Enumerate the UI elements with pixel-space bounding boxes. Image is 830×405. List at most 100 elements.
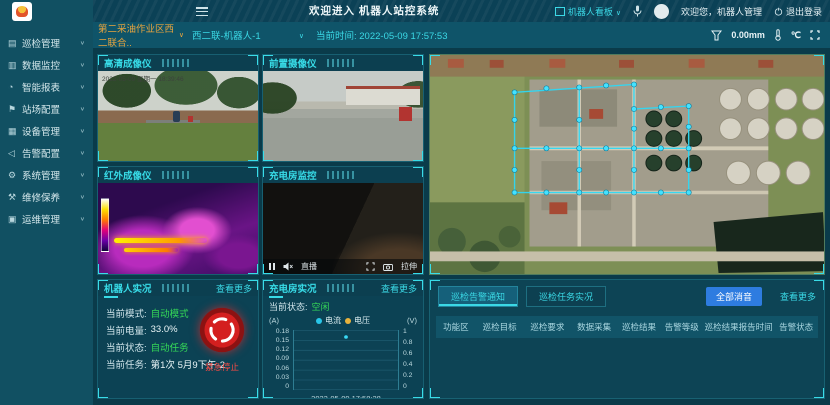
sidebar-item-alarm-config[interactable]: ◁告警配置∨ <box>0 142 93 164</box>
mute-icon[interactable] <box>283 262 293 271</box>
power-icon <box>774 7 783 16</box>
col-header: 巡检目标 <box>476 321 524 333</box>
chart-plot-area <box>293 330 399 390</box>
tab-task-live[interactable]: 巡检任务实况 <box>526 286 606 307</box>
mode-value: 自动模式 <box>151 306 189 320</box>
rainfall-value: 0.00mm <box>731 30 765 40</box>
thermometer-icon <box>774 29 782 41</box>
emergency-stop-label: 紧急停止 <box>194 361 250 373</box>
flag-icon: ⚑ <box>8 104 22 115</box>
panel-title: 前置摄像仪 <box>269 56 317 70</box>
chevron-down-icon: ∨ <box>80 62 85 68</box>
sidebar-item-patrol[interactable]: ▤巡检管理 ∨ <box>0 32 93 54</box>
panel-alarm-table: 巡检告警通知 巡检任务实况 全部消音 查看更多 功能区 巡检目标 巡检要求 数据… <box>429 279 825 399</box>
chevron-down-icon: ∨ <box>80 128 85 134</box>
deco-bars <box>162 59 192 67</box>
menu-toggle-icon[interactable] <box>196 7 208 16</box>
sidebar-item-system-mgmt[interactable]: ⚙系统管理 ∨ <box>0 164 93 186</box>
right-axis-ticks: 10.80.60.40.20 <box>403 328 419 390</box>
table-header-row: 功能区 巡检目标 巡检要求 数据采集 巡检结果 告警等级 巡检结果报告时间 告警… <box>436 316 818 338</box>
state-value: 自动任务 <box>151 340 189 354</box>
patrol-icon: ▤ <box>8 38 22 49</box>
current-voltage-chart: 0.180.150.120.090.060.030 10.80.60.40.20… <box>267 328 419 399</box>
view-more-link[interactable]: 查看更多 <box>216 282 252 295</box>
logout-button[interactable]: 退出登录 <box>774 5 822 18</box>
snapshot-icon[interactable] <box>383 263 393 271</box>
chevron-down-icon: ∨ <box>80 150 85 156</box>
sidebar-item-label: 系统管理 <box>22 168 60 182</box>
col-header: 巡检要求 <box>524 321 572 333</box>
chevron-down-icon: ∨ <box>80 40 85 46</box>
view-more-link[interactable]: 查看更多 <box>381 282 417 295</box>
col-header: 告警状态 <box>774 321 818 333</box>
robot-select[interactable]: 西二联-机器人-1 <box>192 28 304 42</box>
pause-icon[interactable] <box>269 263 275 270</box>
view-more-link[interactable]: 查看更多 <box>780 290 816 303</box>
fullscreen-icon[interactable] <box>810 30 820 40</box>
legend-current[interactable]: 电流 <box>316 315 341 326</box>
gear-icon: ⚙ <box>8 170 22 181</box>
microphone-icon[interactable] <box>633 5 642 17</box>
panel-title: 高清成像仪 <box>104 56 152 70</box>
sidebar: ▤巡检管理∨ ▥数据监控∨ ◔智能报表∨ ⚑站场配置∨ ▦设备管理∨ ◁告警配置… <box>0 0 93 405</box>
area-select[interactable]: 第二采油作业区西二联合.. <box>98 21 184 49</box>
deco-bars <box>162 284 192 292</box>
charge-room-video-feed[interactable]: 直播 拉伸 <box>263 183 423 274</box>
right-axis-unit: (V) <box>407 316 417 325</box>
fullscreen-video-icon[interactable] <box>366 262 375 271</box>
sidebar-item-ops-mgmt[interactable]: ▣运维管理∨ <box>0 208 93 230</box>
sidebar-item-maintenance[interactable]: ⚒维修保养∨ <box>0 186 93 208</box>
front-video-feed[interactable] <box>263 71 423 161</box>
legend-voltage[interactable]: 电压 <box>345 315 370 326</box>
panel-robot-status: 机器人实况查看更多 当前模式:自动模式 当前电量:33.0% 当前状态:自动任务… <box>97 279 259 399</box>
emergency-stop-button[interactable]: 紧急停止 <box>194 306 250 373</box>
sidebar-item-label: 站场配置 <box>22 102 60 116</box>
dashboard-icon <box>555 7 565 16</box>
legend-dot-current <box>316 318 322 324</box>
col-header: 巡检结果 <box>617 321 661 333</box>
deco-bars <box>327 59 357 67</box>
sidebar-item-device-mgmt[interactable]: ▦设备管理 ∨ <box>0 120 93 142</box>
thermal-colorbar <box>101 198 109 253</box>
emergency-stop-icon <box>198 306 246 354</box>
stretch-label[interactable]: 拉伸 <box>401 261 417 272</box>
welcome-text: 欢迎您，机器人管理 <box>681 5 762 18</box>
infrared-video-feed[interactable] <box>98 183 258 274</box>
left-axis-unit: (A) <box>269 316 279 325</box>
app-root: ▤巡检管理∨ ▥数据监控∨ ◔智能报表∨ ⚑站场配置∨ ▦设备管理∨ ◁告警配置… <box>0 0 830 405</box>
sidebar-item-label: 数据监控 <box>22 58 60 72</box>
battery-value: 33.0% <box>151 324 178 335</box>
legend-dot-voltage <box>345 318 351 324</box>
panel-title: 充电房实况 <box>269 281 317 295</box>
person-figure <box>173 111 180 122</box>
panel-patrol-map[interactable] <box>429 54 825 275</box>
chevron-down-icon: ∨ <box>80 172 85 178</box>
video-timestamp: 2022-05-09 星期一 18:39:46 <box>102 73 184 83</box>
fire-cabinet <box>399 107 412 121</box>
col-header: 告警等级 <box>661 321 703 333</box>
hd-video-feed[interactable]: 2022-05-09 星期一 18:39:46 <box>98 71 258 161</box>
sidebar-item-label: 告警配置 <box>22 146 60 160</box>
chevron-down-icon: ∨ <box>80 216 85 222</box>
avatar[interactable] <box>654 4 669 19</box>
panel-title: 机器人实况 <box>104 281 152 295</box>
table-body-empty <box>430 338 824 388</box>
left-axis-ticks: 0.180.150.120.090.060.030 <box>267 328 289 390</box>
sidebar-item-station-config[interactable]: ⚑站场配置∨ <box>0 98 93 120</box>
chevron-down-icon: ∨ <box>80 194 85 200</box>
tab-alarm-notice[interactable]: 巡检告警通知 <box>438 286 518 307</box>
board-select[interactable]: 机器人看板 <box>555 5 621 18</box>
device-icon: ▦ <box>8 126 22 137</box>
sidebar-item-data-monitor[interactable]: ▥数据监控∨ <box>0 54 93 76</box>
current-time: 当前时间: 2022-05-09 17:57:53 <box>316 28 448 42</box>
rain-gauge-icon <box>711 30 722 41</box>
sub-header: 第二采油作业区西二联合.. 西二联-机器人-1 当前时间: 2022-05-09… <box>93 22 830 48</box>
sidebar-item-label: 维修保养 <box>22 190 60 204</box>
sidebar-item-label: 设备管理 <box>22 124 60 138</box>
sidebar-item-reports[interactable]: ◔智能报表∨ <box>0 76 93 98</box>
sidebar-item-label: 巡检管理 <box>22 36 60 50</box>
page-title: 欢迎进入 机器人站控系统 <box>309 0 439 22</box>
report-icon: ◔ <box>8 82 22 92</box>
mute-all-button[interactable]: 全部消音 <box>706 287 762 306</box>
chevron-down-icon: ∨ <box>80 84 85 90</box>
